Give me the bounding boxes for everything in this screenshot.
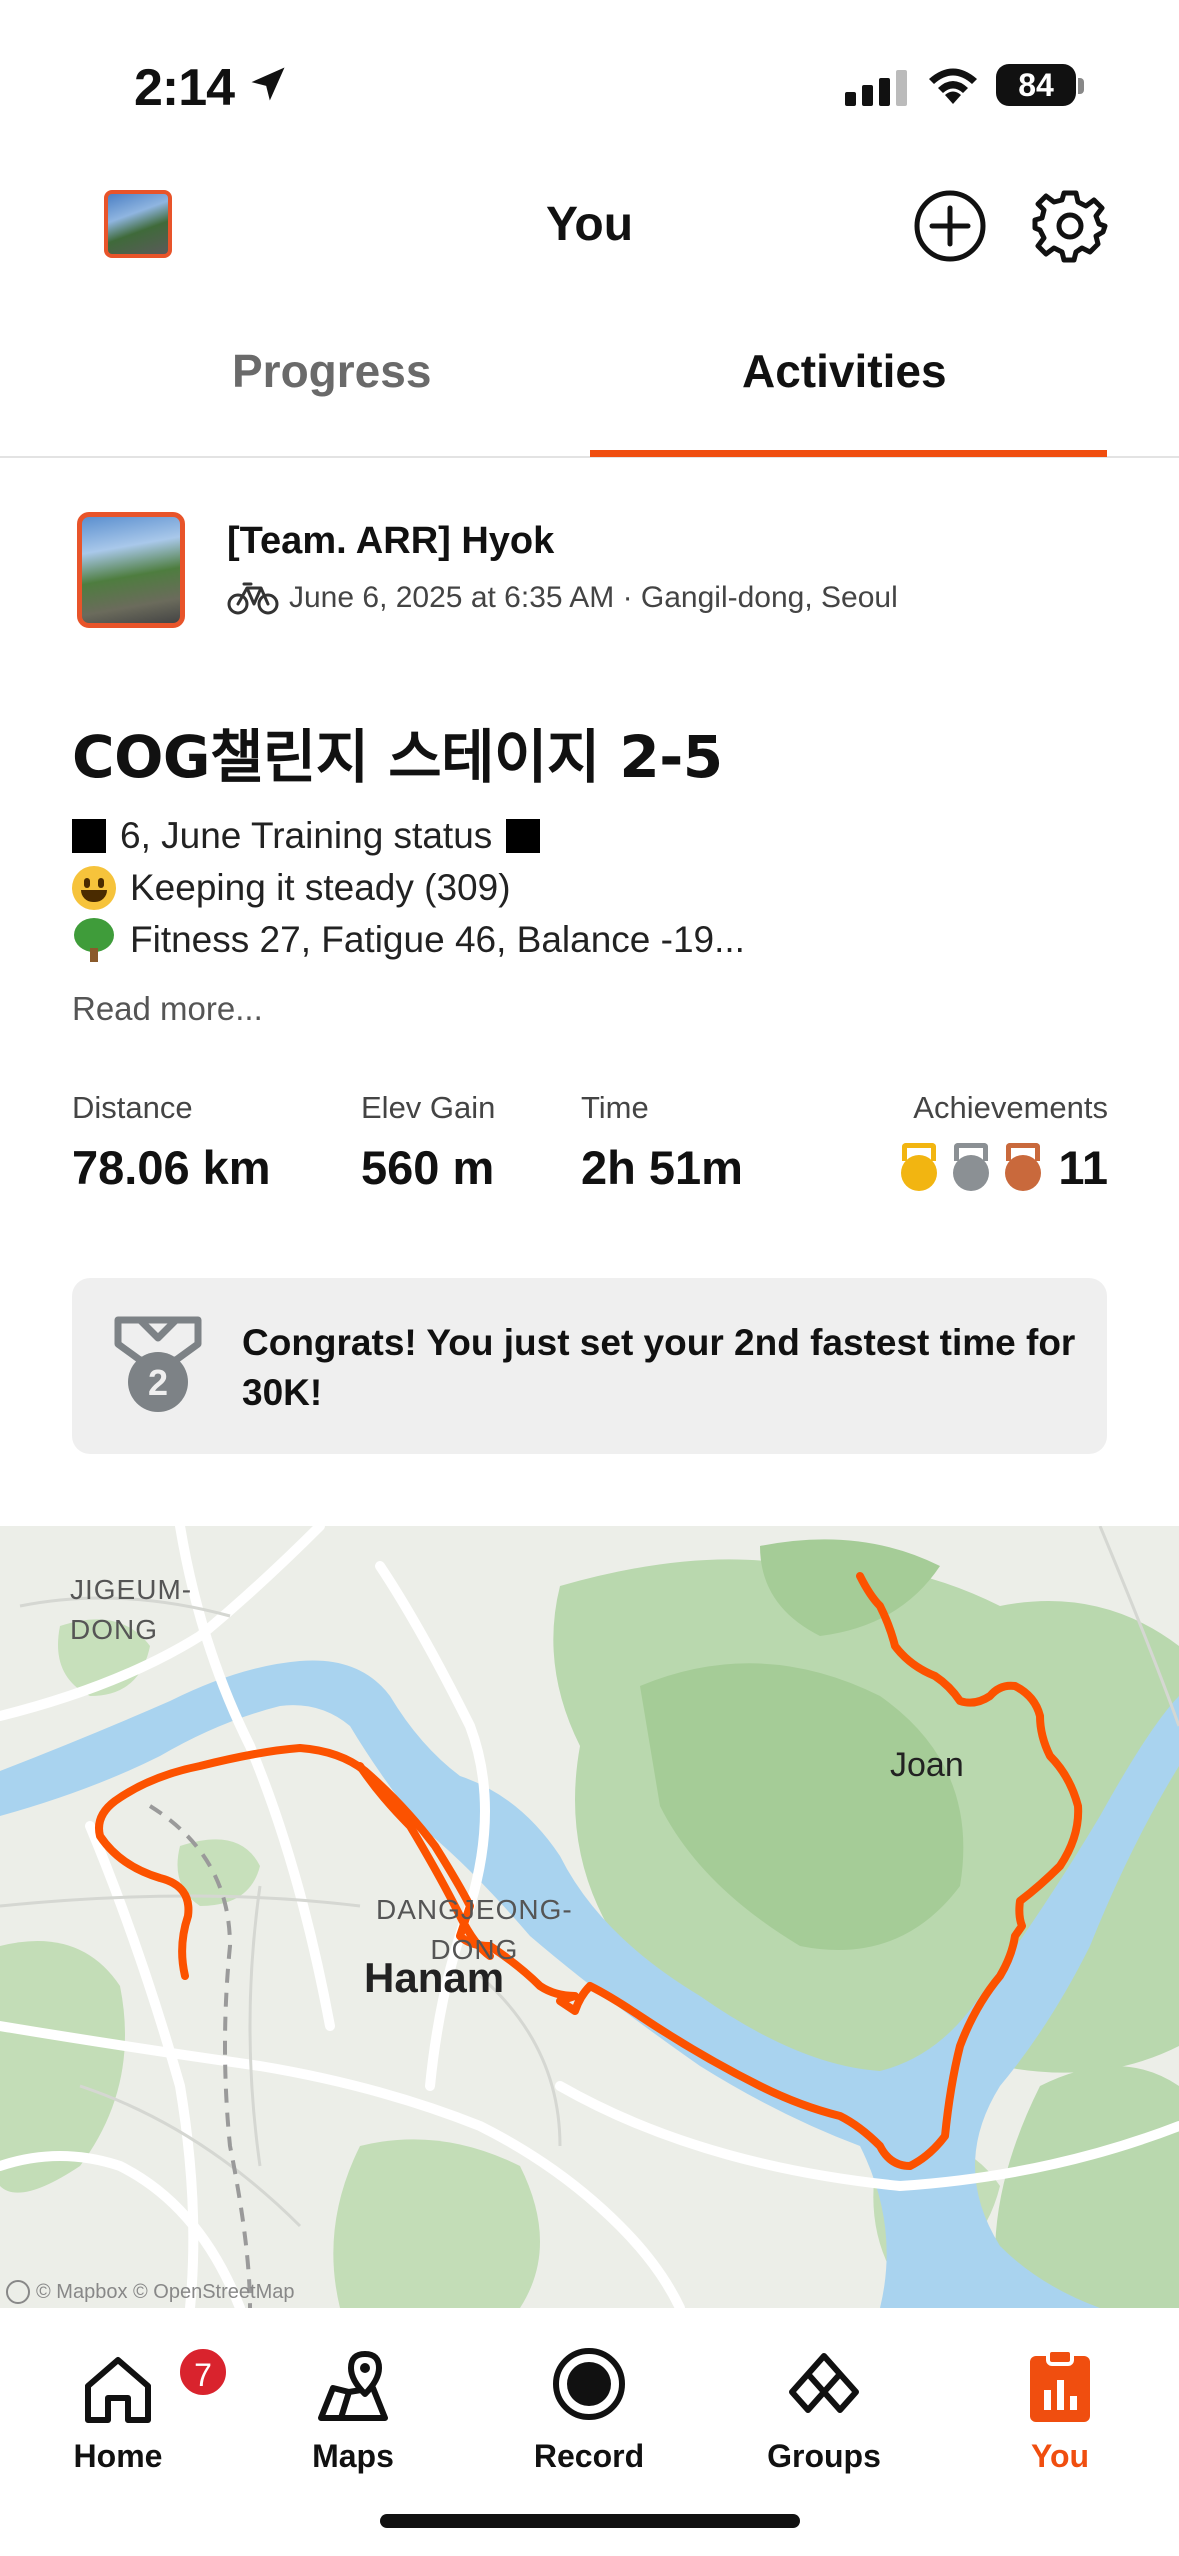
status-time: 2:14 [134, 59, 235, 117]
battery-indicator: 84 [996, 64, 1076, 106]
read-more-link[interactable]: Read more... [72, 990, 263, 1028]
black-square-icon [72, 819, 106, 853]
achievement-text: Congrats! You just set your 2nd fastest … [242, 1322, 1076, 1413]
athlete-name[interactable]: [Team. ARR] Hyok [227, 520, 554, 563]
stat-achievements[interactable]: Achievements 11 [870, 1090, 1108, 1195]
groups-icon [789, 2353, 859, 2413]
active-tab-indicator [590, 450, 1107, 457]
tab-groups[interactable]: Groups [744, 2328, 904, 2475]
activity-meta: June 6, 2025 at 6:35 AM · Gangil-dong, S… [227, 580, 898, 616]
activity-title[interactable]: COG챌린지 스테이지 2-5 [72, 710, 723, 794]
tab-maps[interactable]: Maps [273, 2328, 433, 2475]
tab-label: Maps [312, 2438, 394, 2474]
activity-map[interactable]: JIGEUM- DONG DANGJEONG- DONG Hanam Joan … [0, 1526, 1179, 2308]
silver-medal-icon [948, 1142, 994, 1193]
tab-you[interactable]: You [980, 2328, 1140, 2475]
tab-home[interactable]: Home 7 [38, 2328, 229, 2475]
mapbox-logo-icon [6, 2280, 30, 2304]
activity-date-location: June 6, 2025 at 6:35 AM · Gangil-dong, S… [289, 581, 898, 614]
stat-label: Achievements [913, 1090, 1108, 1125]
home-indicator[interactable] [380, 2514, 800, 2528]
tab-label: Groups [767, 2438, 881, 2474]
stat-label: Elev Gain [361, 1090, 496, 1125]
page-title: You [545, 198, 634, 251]
achievement-card[interactable]: 2 Congrats! You just set your 2nd fastes… [72, 1278, 1107, 1454]
notification-badge: 7 [177, 2346, 229, 2398]
athlete-avatar[interactable] [77, 512, 185, 628]
gold-medal-icon [896, 1142, 942, 1193]
description-line: Fitness 27, Fatigue 46, Balance -19... [72, 914, 745, 966]
description-text: 6, June Training status [120, 815, 493, 856]
medal-rank: 2 [148, 1362, 168, 1403]
stat-value: 78.06 km [72, 1141, 271, 1194]
you-clipboard-icon [1030, 2348, 1090, 2422]
stat-elev-gain: Elev Gain 560 m [361, 1090, 495, 1195]
gear-icon[interactable] [1032, 188, 1108, 264]
maps-icon [318, 2351, 388, 2421]
attribution-text: © Mapbox © OpenStreetMap [36, 2280, 295, 2303]
tab-label: You [1030, 2438, 1090, 2474]
home-icon [85, 2357, 151, 2423]
tab-progress[interactable]: Progress [232, 344, 431, 398]
map-attribution[interactable]: © Mapbox © OpenStreetMap [6, 2280, 295, 2304]
tab-activities[interactable]: Activities [742, 344, 947, 398]
activity-description: 6, June Training status Keeping it stead… [72, 810, 745, 966]
achievements-row: 11 [870, 1140, 1108, 1195]
tab-label: Home [73, 2438, 163, 2474]
map-label-joan: Joan [890, 1746, 964, 1784]
stat-distance: Distance 78.06 km [72, 1090, 271, 1195]
tab-record[interactable]: Record [509, 2328, 669, 2475]
map-label-hanam: Hanam [364, 1954, 505, 2001]
bike-icon [227, 582, 279, 615]
description-text: Keeping it steady (309) [130, 867, 511, 908]
smiley-emoji-icon [72, 866, 116, 910]
achievements-count: 11 [1058, 1141, 1108, 1194]
tab-label: Record [533, 2438, 645, 2474]
battery-tip [1078, 78, 1084, 94]
wifi-icon [929, 68, 977, 104]
tab-bar-top: Progress Activities [0, 330, 1179, 458]
map-label-jigeum: JIGEUM- DONG [70, 1574, 193, 1645]
record-icon [553, 2348, 625, 2420]
tree-emoji-icon [72, 918, 116, 962]
location-arrow-icon [251, 67, 285, 101]
stat-value: 560 m [361, 1141, 495, 1194]
description-text: Fitness 27, Fatigue 46, Balance -19... [130, 919, 745, 960]
stat-value: 2h 51m [581, 1141, 743, 1194]
bronze-medal-icon [1000, 1142, 1046, 1193]
cellular-signal-icon [845, 70, 907, 106]
second-place-medal-icon: 2 [114, 1316, 202, 1412]
black-square-icon [506, 819, 541, 853]
stat-label: Time [581, 1090, 649, 1125]
add-icon[interactable] [912, 188, 988, 264]
description-line: Keeping it steady (309) [72, 862, 745, 914]
status-bar: 2:14 84 [0, 0, 1179, 150]
stat-time: Time 2h 51m [581, 1090, 743, 1195]
stat-label: Distance [72, 1090, 193, 1125]
app-header: You [0, 170, 1179, 290]
description-line: 6, June Training status [72, 810, 745, 862]
